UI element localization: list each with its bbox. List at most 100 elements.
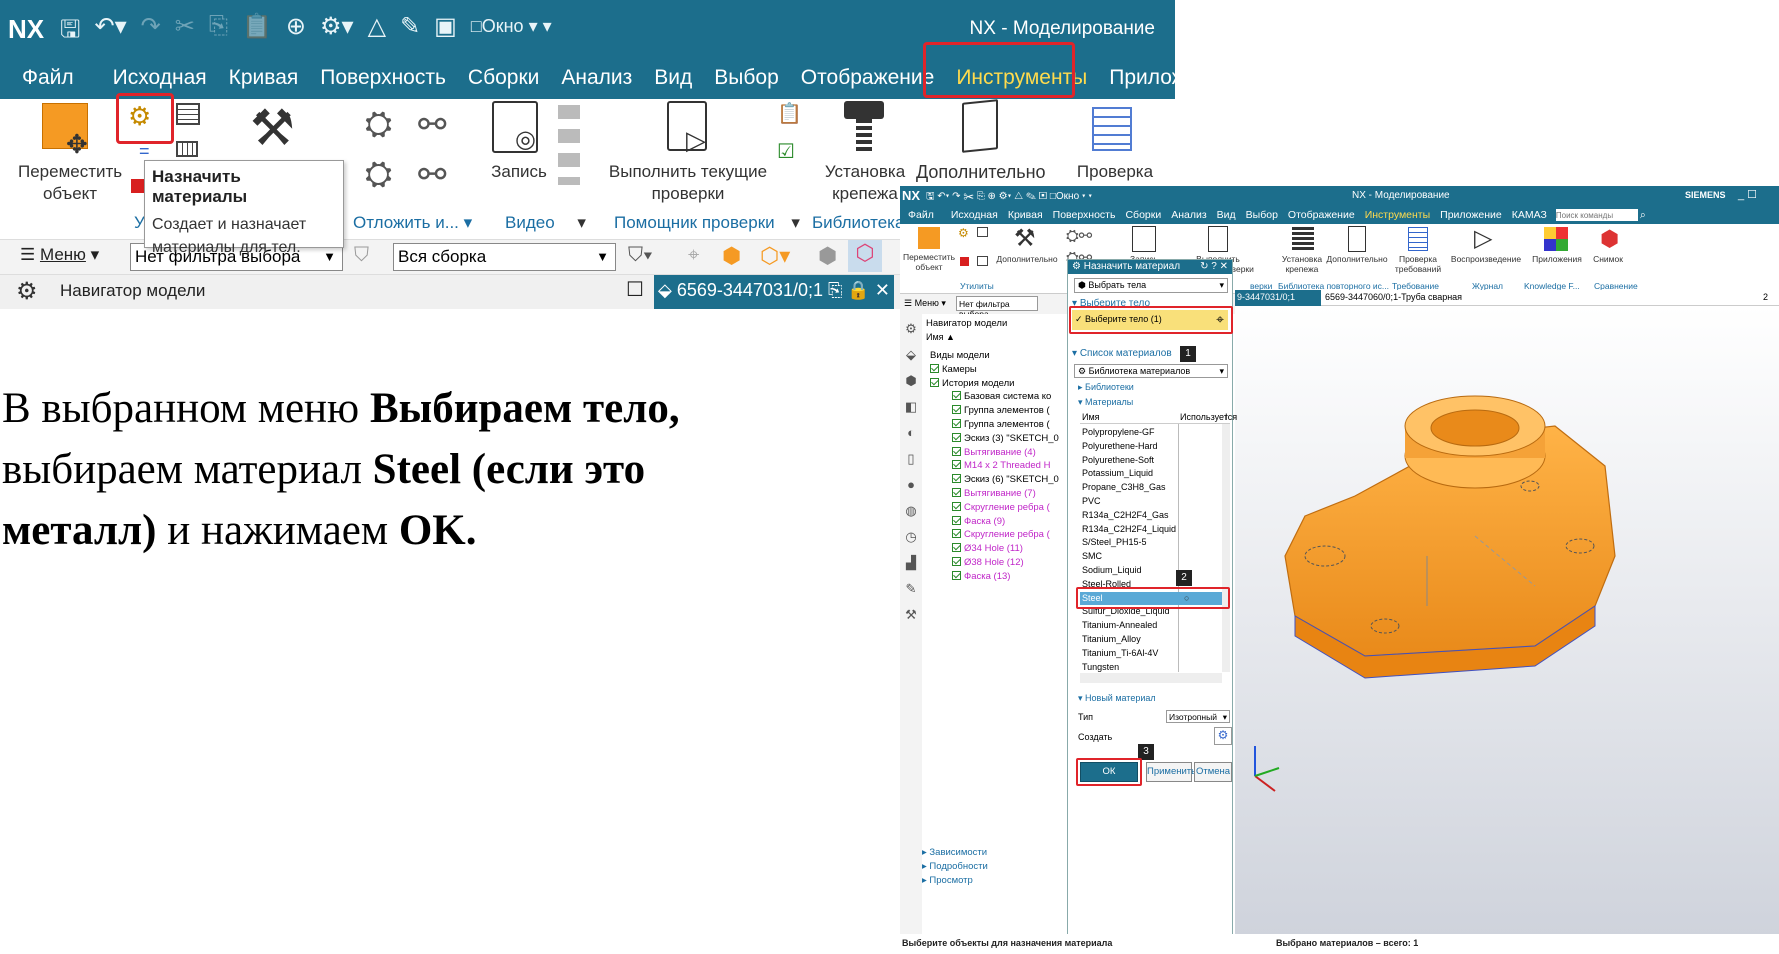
type-filter-icon[interactable]: ⛉▾ xyxy=(628,244,653,267)
checklist-icon[interactable] xyxy=(1092,107,1132,151)
menu-apps[interactable]: Приложе xyxy=(1098,66,1175,90)
part-tab-active[interactable]: 9-3447031/0;1 xyxy=(1235,290,1321,306)
material-row[interactable]: Polyurethene-Soft xyxy=(1080,454,1228,468)
footer-dependencies[interactable]: ▸ Зависимости xyxy=(922,846,1068,860)
navigator-row[interactable]: Фаска (9) xyxy=(952,515,1005,527)
part-tab[interactable]: ⬙ 6569-3447031/0;1 ⎘ 🔒 ✕ xyxy=(654,275,894,309)
material-row[interactable]: Titanium_Alloy xyxy=(1080,633,1228,647)
row-checkbox[interactable] xyxy=(952,543,961,553)
cube-select-icon[interactable]: ⬢ xyxy=(722,243,741,269)
small-checklist-icon[interactable] xyxy=(1208,226,1228,252)
group-video-label[interactable]: Видео ▾ xyxy=(505,213,586,233)
link-edit-icon[interactable]: ⚯ xyxy=(418,155,447,195)
small-menu-view[interactable]: Вид xyxy=(1212,209,1241,221)
material-row[interactable]: R134a_C2H2F4_Gas xyxy=(1080,509,1228,523)
navigator-row[interactable]: Базовая система ко xyxy=(952,391,1051,402)
filter-icon[interactable]: ⛉ xyxy=(354,244,369,267)
navigator-row[interactable]: Виды модели xyxy=(930,350,990,361)
navigator-row[interactable]: Группа элементов ( xyxy=(952,419,1050,430)
menu-assemblies[interactable]: Сборки xyxy=(457,66,550,90)
navigator-row[interactable]: Вытягивание (4) xyxy=(952,446,1036,458)
paste-icon[interactable]: 📋 xyxy=(242,12,272,53)
small-assign-material-icon[interactable]: ⚙ xyxy=(958,226,969,240)
material-row[interactable]: PVC xyxy=(1080,495,1228,509)
menu-select[interactable]: Выбор xyxy=(703,66,790,90)
row-checkbox[interactable] xyxy=(952,501,961,511)
material-row[interactable]: Titanium-Annealed xyxy=(1080,619,1228,633)
row-checkbox[interactable] xyxy=(952,419,961,428)
menu-curve[interactable]: Кривая xyxy=(218,66,310,90)
navigator-row[interactable]: Эскиз (6) "SKETCH_0 xyxy=(952,474,1059,485)
dialog-controls[interactable]: ↻ ? ✕ xyxy=(1200,260,1228,274)
material-row[interactable]: SMC xyxy=(1080,550,1228,564)
menu-button[interactable]: ☰ Меню ▾ xyxy=(20,245,99,265)
small-apps-button[interactable]: Приложения xyxy=(1526,254,1588,264)
run-checks-button[interactable]: Выполнить текущие проверки xyxy=(608,161,768,205)
small-book-icon[interactable] xyxy=(1348,226,1366,252)
library-dropdown[interactable]: ⚙ Библиотека материалов ▾ xyxy=(1074,364,1228,378)
lock-part-icon[interactable]: ⛭ xyxy=(365,105,392,144)
check-view-icon[interactable]: 📋 xyxy=(777,101,802,126)
menu-surface[interactable]: Поверхность xyxy=(309,66,457,90)
material-row[interactable]: Potassium_Liquid xyxy=(1080,467,1228,481)
small-req-check-button[interactable]: Проверка требований xyxy=(1388,254,1448,274)
menu-analysis[interactable]: Анализ xyxy=(550,66,643,90)
section-material-list[interactable]: ▾ Список материалов xyxy=(1072,348,1172,359)
cut-icon[interactable]: ✂ xyxy=(175,12,195,53)
row-checkbox[interactable] xyxy=(952,515,961,525)
row-checkbox[interactable] xyxy=(952,446,961,456)
group-library-label[interactable]: Библиотека xyxy=(812,213,904,233)
tools-icon[interactable]: ⚒ xyxy=(250,99,295,157)
pen-icon[interactable]: ✎ xyxy=(400,12,420,53)
small-window-menu[interactable]: Окно xyxy=(1056,191,1079,202)
material-row[interactable]: S/Steel_PH15-5 xyxy=(1080,536,1228,550)
navigator-row[interactable]: Эскиз (3) "SKETCH_0 xyxy=(952,432,1059,444)
navigator-row[interactable]: Ø38 Hole (12) xyxy=(952,557,1024,568)
material-row[interactable]: Polyurethene-Hard xyxy=(1080,440,1228,454)
small-menu-home[interactable]: Исходная xyxy=(946,209,1003,221)
small-move-object-icon[interactable] xyxy=(918,227,940,249)
small-fastener-button[interactable]: Установка крепежа xyxy=(1276,254,1328,274)
row-checkbox[interactable] xyxy=(952,460,961,470)
snap-icon[interactable]: ⌖ xyxy=(688,244,699,267)
row-checkbox[interactable] xyxy=(952,570,961,580)
section-materials[interactable]: ▾ Материалы xyxy=(1078,397,1133,408)
small-snapshot-button[interactable]: Снимок xyxy=(1588,254,1628,264)
edit-icon[interactable]: ⎘ xyxy=(828,280,842,300)
redo-icon[interactable]: ↷ xyxy=(141,12,161,53)
undo-icon[interactable]: ↶▾ xyxy=(94,12,126,53)
graphics-window[interactable] xyxy=(1235,306,1779,936)
row-checkbox[interactable] xyxy=(952,391,961,401)
navigator-row[interactable]: Скругление ребра ( xyxy=(952,529,1050,540)
row-checkbox[interactable] xyxy=(952,529,961,539)
small-additional2-button[interactable]: Дополнительно xyxy=(1324,254,1390,264)
col-used[interactable]: Используется xyxy=(1180,412,1237,422)
menu-render[interactable]: Отображение xyxy=(790,66,946,90)
small-selection-filter[interactable]: Нет фильтра выбора xyxy=(956,296,1038,319)
small-req-check-icon[interactable] xyxy=(1408,227,1428,251)
menu-file[interactable]: Файл xyxy=(0,66,102,90)
group-postpone-label[interactable]: Отложить и... ▾ xyxy=(353,213,472,233)
check-report-icon[interactable]: ☑ xyxy=(777,139,795,164)
scope-dropdown[interactable]: Вся сборка ▼ xyxy=(393,243,616,271)
section-libraries[interactable]: ▸ Библиотеки xyxy=(1078,382,1134,393)
small-menu-assemblies[interactable]: Сборки xyxy=(1120,209,1166,221)
navigator-column-name[interactable]: Имя ▲ xyxy=(926,332,955,342)
row-checkbox[interactable] xyxy=(930,363,939,373)
selection-type-dropdown[interactable]: ⬢ Выбрать тела ▾ xyxy=(1074,278,1228,293)
material-row[interactable]: Titanium_Ti-6Al-4V xyxy=(1080,647,1228,661)
flange-part-model[interactable] xyxy=(1235,306,1779,936)
small-menu-curve[interactable]: Кривая xyxy=(1003,209,1048,221)
settings-icon[interactable]: ⚙▾ xyxy=(320,12,354,53)
small-fastener-icon[interactable] xyxy=(1292,227,1314,251)
record-button[interactable]: Запись xyxy=(484,161,554,183)
part-tab-2[interactable]: 6569-3447060/0;1-Труба сварная xyxy=(1325,292,1462,302)
gear-icon[interactable]: ⚙ xyxy=(16,277,38,306)
small-menu-tools[interactable]: Инструменты xyxy=(1360,209,1435,221)
material-row[interactable]: Propane_C3H8_Gas xyxy=(1080,481,1228,495)
resource-bar-icons[interactable]: ⚙ ⬙ ⬢ ◧ ◐ ▯ ● ◍ ◷ ▟ ✎ ⚒ xyxy=(900,314,922,628)
row-checkbox[interactable] xyxy=(952,474,961,484)
orient-icon[interactable]: ⊕ xyxy=(286,12,306,53)
move-object-button[interactable]: Переместить объект xyxy=(18,161,122,205)
material-hscroll[interactable] xyxy=(1080,673,1222,683)
